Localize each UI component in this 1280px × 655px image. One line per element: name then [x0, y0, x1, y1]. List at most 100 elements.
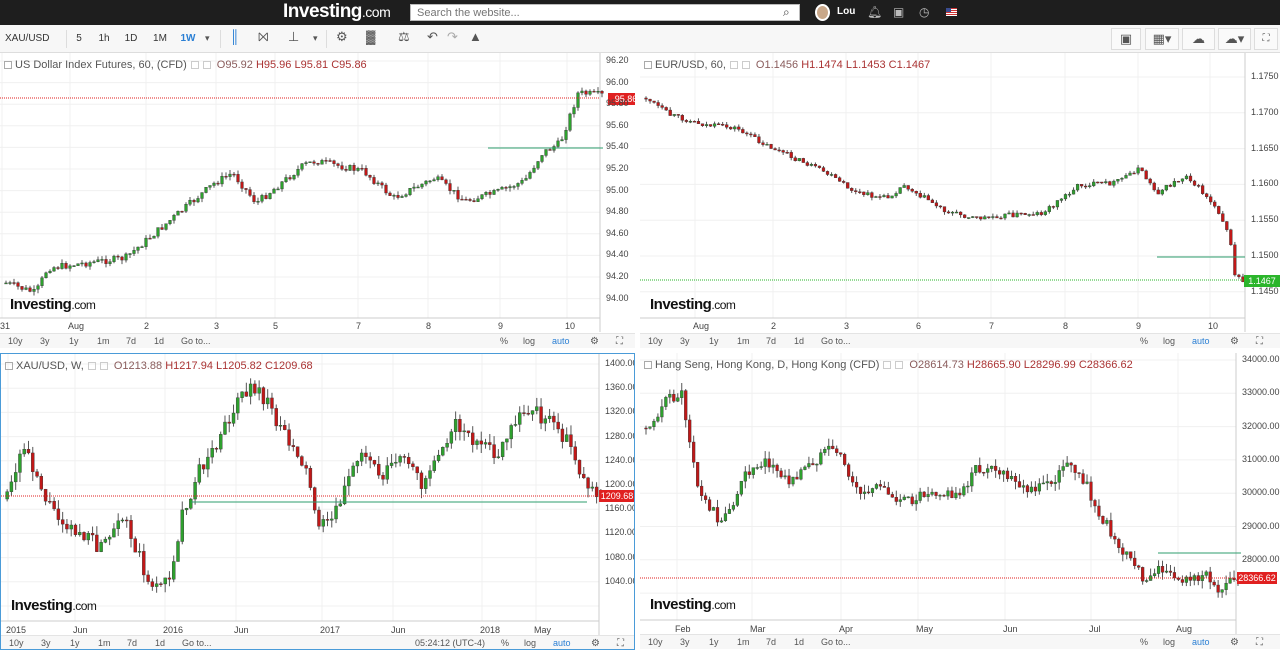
- percent-scale-button[interactable]: %: [1140, 637, 1148, 647]
- layout-icon[interactable]: ▦▾: [1145, 28, 1179, 50]
- go-to-button[interactable]: Go to...: [181, 336, 211, 346]
- gear-icon[interactable]: ⚙: [1230, 336, 1239, 347]
- range-1m-button[interactable]: 1m: [98, 638, 111, 648]
- collapse-icon[interactable]: [644, 61, 652, 69]
- cloud-icon[interactable]: ☁: [1182, 28, 1215, 50]
- gear-icon[interactable]: ⚙: [336, 29, 348, 45]
- collapse-icon[interactable]: [5, 362, 13, 370]
- range-7d-button[interactable]: 7d: [766, 336, 776, 346]
- fullscreen-icon[interactable]: ⛶: [1256, 637, 1263, 648]
- search-input[interactable]: [410, 4, 800, 21]
- settings-icon[interactable]: [729, 61, 738, 69]
- range-10y-button[interactable]: 10y: [648, 637, 663, 647]
- redo-icon[interactable]: ↷: [447, 29, 458, 45]
- range-7d-button[interactable]: 7d: [766, 637, 776, 647]
- log-scale-button[interactable]: log: [1163, 637, 1175, 647]
- candle-body: [971, 216, 975, 218]
- go-to-button[interactable]: Go to...: [821, 637, 851, 647]
- eurusd-chart[interactable]: [640, 53, 1280, 348]
- interval-dropdown-icon[interactable]: ▾: [205, 33, 210, 44]
- indicators-icon[interactable]: ⨝: [258, 29, 269, 45]
- clock-icon[interactable]: ◷: [919, 5, 929, 19]
- scales-icon[interactable]: ⚖: [398, 29, 410, 45]
- percent-scale-button[interactable]: %: [501, 638, 509, 648]
- range-3y-button[interactable]: 3y: [41, 638, 51, 648]
- close-icon[interactable]: [741, 61, 750, 69]
- collapse-icon[interactable]: [4, 61, 12, 69]
- search-icon[interactable]: ⌕: [783, 5, 797, 19]
- auto-scale-button[interactable]: auto: [553, 638, 571, 648]
- alert-icon[interactable]: ▲: [469, 29, 482, 44]
- hang-seng-chart[interactable]: [640, 353, 1280, 650]
- range-10y-button[interactable]: 10y: [9, 638, 24, 648]
- us-flag-icon[interactable]: [946, 8, 957, 16]
- chart-pane-dollar-index[interactable]: US Dollar Index Futures, 60, (CFD) O95.92…: [0, 53, 635, 348]
- range-1y-button[interactable]: 1y: [70, 638, 80, 648]
- range-7d-button[interactable]: 7d: [126, 336, 136, 346]
- go-to-button[interactable]: Go to...: [182, 638, 212, 648]
- drawing-tools-icon[interactable]: ⊥: [288, 29, 299, 45]
- range-3y-button[interactable]: 3y: [680, 637, 690, 647]
- fullscreen-icon[interactable]: ⛶: [616, 336, 623, 347]
- close-icon[interactable]: [895, 361, 904, 369]
- range-1d-button[interactable]: 1d: [794, 336, 804, 346]
- fullscreen-icon[interactable]: ⛶: [617, 638, 624, 649]
- briefcase-icon[interactable]: ▣: [893, 5, 904, 19]
- interval-1m-button[interactable]: 1M: [150, 30, 170, 48]
- range-1y-button[interactable]: 1y: [709, 637, 719, 647]
- interval-1w-button[interactable]: 1W: [178, 30, 198, 48]
- percent-scale-button[interactable]: %: [1140, 336, 1148, 346]
- auto-scale-button[interactable]: auto: [552, 336, 570, 346]
- close-icon[interactable]: [99, 362, 108, 370]
- range-1d-button[interactable]: 1d: [154, 336, 164, 346]
- user-avatar[interactable]: [815, 4, 830, 21]
- compare-icon[interactable]: ▓: [366, 29, 375, 44]
- interval-1h-button[interactable]: 1h: [95, 30, 113, 48]
- fullscreen-icon[interactable]: ⛶: [1256, 336, 1263, 347]
- collapse-icon[interactable]: [644, 361, 652, 369]
- candle-body: [180, 509, 184, 542]
- undo-icon[interactable]: ↶: [427, 29, 438, 45]
- fullscreen-icon[interactable]: ⛶: [1254, 28, 1278, 50]
- bell-icon[interactable]: 🔔︎: [867, 5, 882, 19]
- auto-scale-button[interactable]: auto: [1192, 637, 1210, 647]
- gear-icon[interactable]: ⚙: [590, 336, 599, 347]
- go-to-button[interactable]: Go to...: [821, 336, 851, 346]
- candlestick-icon[interactable]: ║: [230, 29, 239, 44]
- auto-scale-button[interactable]: auto: [1192, 336, 1210, 346]
- range-1m-button[interactable]: 1m: [97, 336, 110, 346]
- chart-pane-eurusd[interactable]: EUR/USD, 60, O1.1456 H1.1474 L1.1453 C1.1…: [640, 53, 1280, 348]
- range-1y-button[interactable]: 1y: [69, 336, 79, 346]
- gear-icon[interactable]: ⚙: [1230, 637, 1239, 648]
- log-scale-button[interactable]: log: [523, 336, 535, 346]
- drawing-dropdown-icon[interactable]: ▾: [313, 33, 318, 44]
- candle-body: [1225, 221, 1229, 230]
- range-10y-button[interactable]: 10y: [648, 336, 663, 346]
- range-1d-button[interactable]: 1d: [155, 638, 165, 648]
- settings-icon[interactable]: [190, 61, 199, 69]
- range-10y-button[interactable]: 10y: [8, 336, 23, 346]
- range-1m-button[interactable]: 1m: [737, 336, 750, 346]
- gear-icon[interactable]: ⚙: [591, 638, 600, 649]
- range-7d-button[interactable]: 7d: [127, 638, 137, 648]
- settings-icon[interactable]: [883, 361, 892, 369]
- symbol-search[interactable]: XAU/USD: [5, 30, 49, 48]
- user-name[interactable]: Lou: [837, 6, 855, 17]
- percent-scale-button[interactable]: %: [500, 336, 508, 346]
- log-scale-button[interactable]: log: [524, 638, 536, 648]
- site-logo[interactable]: Investing.com: [283, 1, 391, 23]
- log-scale-button[interactable]: log: [1163, 336, 1175, 346]
- range-1y-button[interactable]: 1y: [709, 336, 719, 346]
- interval-1d-button[interactable]: 1D: [122, 30, 140, 48]
- close-icon[interactable]: [202, 61, 211, 69]
- range-1m-button[interactable]: 1m: [737, 637, 750, 647]
- range-3y-button[interactable]: 3y: [680, 336, 690, 346]
- cloud-upload-icon[interactable]: ☁▾: [1218, 28, 1251, 50]
- chart-pane-hang-seng[interactable]: Hang Seng, Hong Kong, D, Hong Kong (CFD)…: [640, 353, 1280, 650]
- camera-icon[interactable]: ▣: [1111, 28, 1141, 50]
- range-1d-button[interactable]: 1d: [794, 637, 804, 647]
- interval-5-button[interactable]: 5: [72, 30, 86, 48]
- range-3y-button[interactable]: 3y: [40, 336, 50, 346]
- settings-icon[interactable]: [87, 362, 96, 370]
- chart-pane-xauusd[interactable]: XAU/USD, W, O1213.88 H1217.94 L1205.82 C1…: [0, 353, 635, 650]
